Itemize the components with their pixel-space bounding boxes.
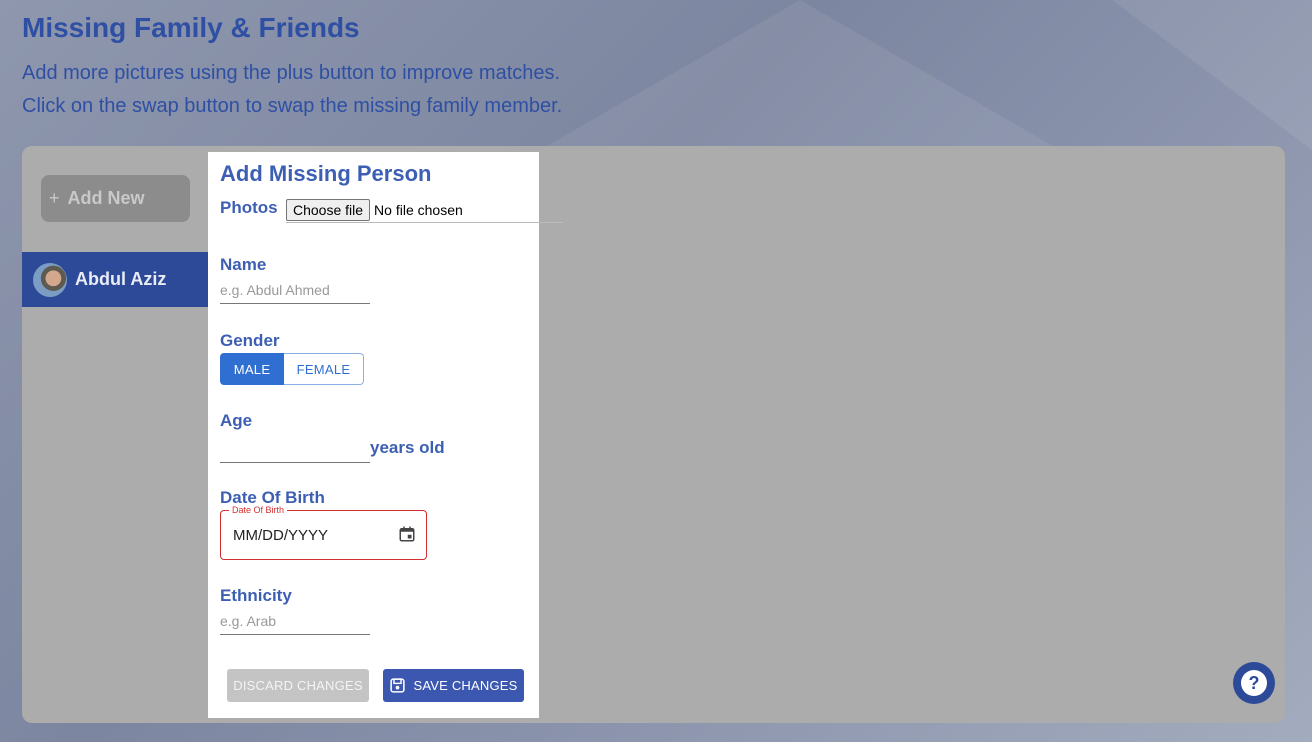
- age-suffix: years old: [370, 438, 445, 457]
- photos-file-input: Choose file No file chosen: [286, 198, 563, 223]
- discard-changes-button[interactable]: DISCARD CHANGES: [227, 669, 369, 702]
- add-new-button[interactable]: + Add New: [41, 175, 190, 222]
- discard-label: DISCARD CHANGES: [233, 678, 363, 693]
- avatar: [33, 262, 67, 297]
- ethnicity-input[interactable]: e.g. Arab: [220, 613, 370, 635]
- page-subtitle: Click on the swap button to swap the mis…: [22, 95, 563, 117]
- date-of-birth-field[interactable]: Date Of Birth MM/DD/YYYY: [220, 504, 427, 560]
- gender-label: Gender: [220, 331, 280, 350]
- age-label: Age: [220, 411, 253, 430]
- name-label: Name: [220, 255, 267, 274]
- gender-male-button[interactable]: MALE: [220, 353, 284, 385]
- ethnicity-label: Ethnicity: [220, 586, 292, 605]
- gender-toggle: MALE FEMALE: [220, 353, 364, 385]
- save-icon: [390, 678, 406, 693]
- member-item-abdul-aziz[interactable]: Abdul Aziz: [22, 252, 209, 307]
- choose-file-button[interactable]: Choose file: [286, 199, 371, 221]
- name-input[interactable]: e.g. Abdul Ahmed: [220, 282, 370, 304]
- date-of-birth-input[interactable]: MM/DD/YYYY: [233, 527, 328, 544]
- date-of-birth-legend: Date Of Birth: [229, 504, 288, 516]
- add-new-label: Add New: [67, 188, 145, 208]
- page-title: Missing Family & Friends: [22, 12, 360, 43]
- help-button[interactable]: ?: [1233, 662, 1275, 704]
- photos-label: Photos: [220, 198, 278, 217]
- background-shape: [540, 0, 1060, 150]
- save-label: SAVE CHANGES: [413, 678, 518, 693]
- member-name: Abdul Aziz: [75, 269, 167, 289]
- plus-icon: +: [49, 188, 60, 208]
- dialog-title: Add Missing Person: [220, 161, 432, 186]
- add-missing-person-dialog: Add Missing Person Photos Choose file No…: [208, 152, 563, 718]
- page-subtitle: Add more pictures using the plus button …: [22, 62, 561, 84]
- no-file-text: No file chosen: [374, 202, 463, 218]
- calendar-icon[interactable]: [398, 525, 416, 543]
- question-mark-icon: ?: [1241, 670, 1267, 696]
- save-changes-button[interactable]: SAVE CHANGES: [383, 669, 524, 702]
- age-input[interactable]: [220, 438, 370, 463]
- background-shape: [1112, 0, 1312, 150]
- gender-female-button[interactable]: FEMALE: [284, 353, 364, 385]
